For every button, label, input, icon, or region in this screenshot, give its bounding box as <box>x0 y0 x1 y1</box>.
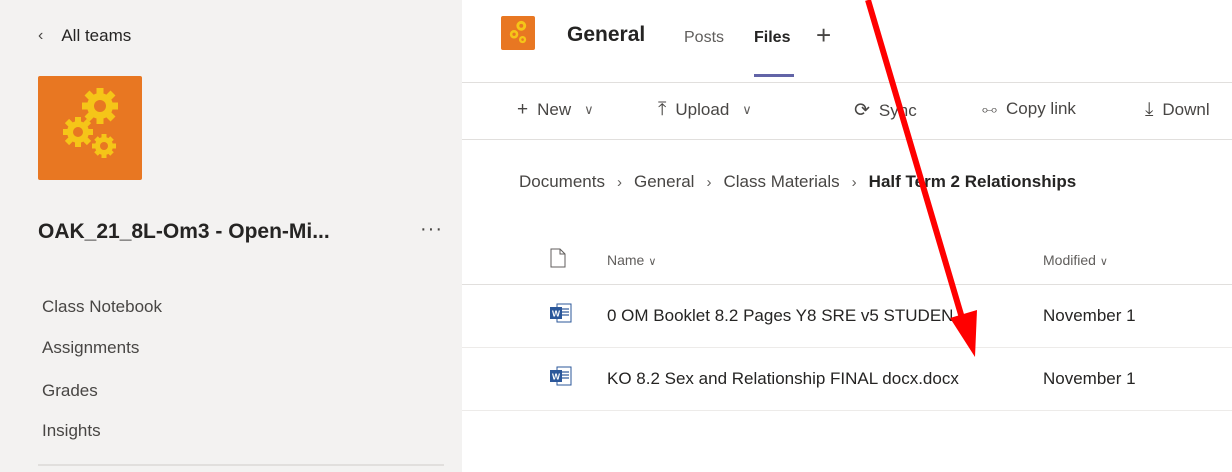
name-column-header[interactable]: Name ∨ <box>607 252 656 268</box>
chevron-right-icon: › <box>616 173 622 191</box>
chevron-down-icon: ∨ <box>648 256 657 268</box>
breadcrumb-general[interactable]: General <box>634 172 694 192</box>
download-button[interactable]: ⤓ Downl <box>1145 99 1210 121</box>
files-toolbar: + New ∨ ⤒ Upload ∨ ⟳ Sync ⧟ Copy link ⤓ … <box>462 83 1232 140</box>
tab-files[interactable]: Files <box>754 29 790 47</box>
upload-button[interactable]: ⤒ Upload ∨ <box>658 99 752 121</box>
channel-header: General Posts Files + <box>462 0 1232 83</box>
new-button[interactable]: + New ∨ <box>517 99 594 121</box>
name-column-label: Name <box>607 252 645 268</box>
link-icon: ⧟ <box>982 100 998 118</box>
file-row[interactable]: W KO 8.2 Sex and Relationship FINAL docx… <box>462 348 1232 411</box>
modified-column-header[interactable]: Modified ∨ <box>1043 252 1108 268</box>
nav-class-notebook[interactable]: Class Notebook <box>42 297 162 317</box>
new-label: New <box>537 100 572 119</box>
chevron-right-icon: › <box>851 173 857 191</box>
svg-text:W: W <box>552 309 561 319</box>
breadcrumb-current-folder: Half Term 2 Relationships <box>868 172 1077 191</box>
team-name: OAK_21_8L-Om3 - Open-Mi... <box>38 220 330 243</box>
nav-insights[interactable]: Insights <box>42 421 101 441</box>
sync-button[interactable]: ⟳ Sync <box>854 99 917 122</box>
channel-avatar <box>501 16 535 50</box>
copy-link-label: Copy link <box>1006 99 1076 118</box>
chevron-right-icon: › <box>706 173 712 191</box>
file-type-icon <box>550 248 566 268</box>
breadcrumb: Documents › General › Class Materials › … <box>519 172 1076 192</box>
plus-icon: + <box>517 99 529 120</box>
upload-icon: ⤒ <box>658 99 667 120</box>
nav-assignments[interactable]: Assignments <box>42 338 139 358</box>
gears-icon <box>509 20 527 44</box>
chevron-left-icon: ‹ <box>38 27 44 44</box>
breadcrumb-class-materials[interactable]: Class Materials <box>723 172 839 192</box>
all-teams-label: All teams <box>61 26 132 45</box>
channel-main: General Posts Files + + New ∨ ⤒ Upload ∨… <box>462 0 1232 472</box>
file-modified: November 1 <box>1043 306 1136 325</box>
active-tab-indicator <box>754 74 794 77</box>
upload-label: Upload <box>675 100 730 119</box>
file-name[interactable]: 0 OM Booklet 8.2 Pages Y8 SRE v5 STUDEN.… <box>607 306 968 326</box>
word-doc-icon: W <box>550 366 572 386</box>
file-name[interactable]: KO 8.2 Sex and Relationship FINAL docx.d… <box>607 369 959 389</box>
sync-label: Sync <box>878 100 917 120</box>
download-label: Downl <box>1162 100 1210 119</box>
nav-grades[interactable]: Grades <box>42 381 98 401</box>
svg-text:W: W <box>552 372 561 382</box>
file-row[interactable]: W 0 OM Booklet 8.2 Pages Y8 SRE v5 STUDE… <box>462 285 1232 348</box>
sync-icon: ⟳ <box>854 100 870 121</box>
divider <box>38 464 444 466</box>
download-icon: ⤓ <box>1145 99 1154 120</box>
team-avatar <box>38 76 142 180</box>
copy-link-button[interactable]: ⧟ Copy link <box>982 99 1076 119</box>
team-more-options-button[interactable]: ··· <box>420 218 443 241</box>
channel-title: General <box>567 23 646 46</box>
all-teams-link[interactable]: ‹ All teams <box>38 24 131 48</box>
chevron-down-icon: ∨ <box>742 102 752 117</box>
chevron-down-icon: ∨ <box>1099 256 1108 268</box>
file-modified: November 1 <box>1043 369 1136 388</box>
gears-icon <box>63 88 118 158</box>
add-tab-button[interactable]: + <box>816 20 831 51</box>
team-panel: ‹ All teams OAK_21_8L-Om3 - Open-Mi... ·… <box>0 0 462 472</box>
tab-posts[interactable]: Posts <box>684 29 724 47</box>
word-doc-icon: W <box>550 303 572 323</box>
breadcrumb-documents[interactable]: Documents <box>519 172 605 192</box>
chevron-down-icon: ∨ <box>584 102 594 117</box>
file-list-header: Name ∨ Modified ∨ <box>462 238 1232 285</box>
modified-column-label: Modified <box>1043 252 1096 268</box>
